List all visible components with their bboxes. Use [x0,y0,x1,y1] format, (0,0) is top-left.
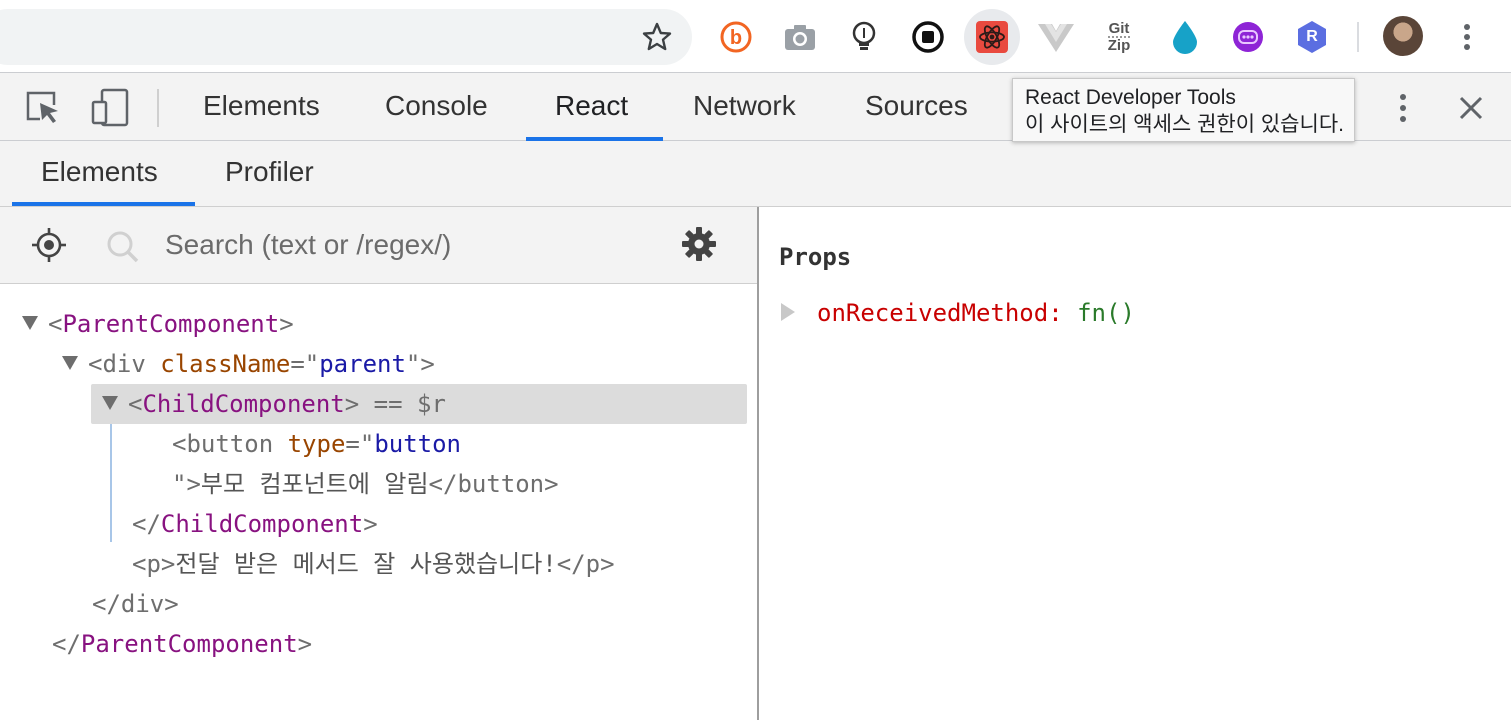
bookmark-star-icon[interactable] [641,21,673,53]
tree-button-attr: type [287,430,346,458]
toolbar-separator [1357,22,1359,52]
inspect-element-icon[interactable] [24,87,64,127]
tree-child-marker: == $r [359,390,446,418]
tab-console[interactable]: Console [385,73,488,140]
react-subtabs: Elements Profiler [0,141,1511,207]
purple-extension-icon[interactable] [1229,18,1267,56]
tree-button-val: button [374,430,462,458]
close-icon[interactable] [1455,92,1487,124]
selected-subtab-indicator [12,202,195,206]
tab-react[interactable]: React [555,73,628,140]
prop-value: fn() [1077,299,1135,327]
tree-row-child-close[interactable]: </ChildComponent> [132,504,378,544]
props-pane: Props onReceivedMethod: fn() [759,207,1511,720]
tree-div-attr: className [160,350,291,378]
subtab-elements[interactable]: Elements [41,141,158,205]
tree-button-close-tag: button [457,470,545,498]
tree-row-p[interactable]: <p>전달 받은 메서드 잘 사용했습니다!</p> [132,544,615,584]
device-toolbar-icon[interactable] [90,87,130,127]
b-extension-icon[interactable]: b [717,18,755,56]
tree-row-div[interactable]: <div className="parent"> [62,344,435,384]
expand-prop-icon[interactable] [781,303,795,321]
devtools-menu-icon[interactable] [1393,91,1413,125]
bulb-icon[interactable] [845,18,883,56]
tree-row-button-text[interactable]: ">부모 컴포넌트에 알림</button> [172,464,559,504]
tree-row-child[interactable]: <ChildComponent> == $r [102,384,446,424]
tree-row-parent-close[interactable]: </ParentComponent> [52,624,312,664]
prop-row[interactable]: onReceivedMethod: fn() [781,295,1135,331]
expand-triangle-icon[interactable] [22,316,38,330]
search-input[interactable] [165,225,605,265]
expand-triangle-icon[interactable] [102,396,118,410]
address-bar[interactable] [0,9,692,65]
tree-child-name: ChildComponent [142,390,345,418]
subtab-profiler[interactable]: Profiler [225,141,314,205]
svg-text:b: b [730,27,742,49]
gitzip-label-bottom: Zip [1107,36,1131,54]
tab-elements[interactable]: Elements [203,73,320,140]
tree-button-text: 부모 컴포넌트에 알림 [200,470,429,498]
tree-row-parent[interactable]: <ParentComponent> [22,304,294,344]
browser-toolbar: b Git Zip R [0,0,1511,72]
r-extension-icon[interactable]: R [1293,18,1331,56]
tree-row-button[interactable]: <button type="button [172,424,461,464]
expand-triangle-icon[interactable] [62,356,78,370]
tab-network[interactable]: Network [693,73,796,140]
tooltip-title: React Developer Tools [1025,86,1236,109]
browser-menu-icon[interactable] [1457,22,1477,52]
tree-parent-name: ParentComponent [62,310,280,338]
vue-icon[interactable] [1037,18,1075,56]
tab-sources[interactable]: Sources [865,73,968,140]
search-bar [0,207,757,284]
drop-icon[interactable] [1166,18,1204,56]
tree-child-close-name: ChildComponent [160,510,364,538]
gitzip-label-top: Git [1108,20,1130,37]
tree-parent-close-name: ParentComponent [80,630,298,658]
camera-icon[interactable] [781,18,819,56]
component-tree-pane: <ParentComponent> <div className="parent… [0,207,757,720]
settings-gear-icon[interactable] [680,225,718,263]
tooltip-subtitle: 이 사이트의 액세스 권한이 있습니다. [1025,113,1344,136]
gitzip-icon[interactable]: Git Zip [1100,18,1138,56]
tree-div-tag: div [102,350,146,378]
avatar[interactable] [1383,16,1423,56]
search-icon [107,231,139,263]
react-icon[interactable] [964,9,1020,65]
tree-div-close-tag: div [120,590,165,618]
tree-row-div-close[interactable]: </div> [92,584,179,624]
props-title: Props [779,243,852,271]
tree-p-text: 전달 받은 메서드 잘 사용했습니다! [175,550,557,578]
toolbar-divider [157,89,159,127]
tree-div-val: parent [319,350,406,378]
prop-key: onReceivedMethod [817,299,1049,327]
r-extension-label: R [1306,28,1318,45]
extension-tooltip: React Developer Tools 이 사이트의 액세스 권한이 있습니… [1012,78,1355,142]
tree-guide-line [110,424,112,542]
select-component-icon[interactable] [30,226,68,264]
tree-button-tag: button [186,430,274,458]
record-icon[interactable] [909,18,947,56]
